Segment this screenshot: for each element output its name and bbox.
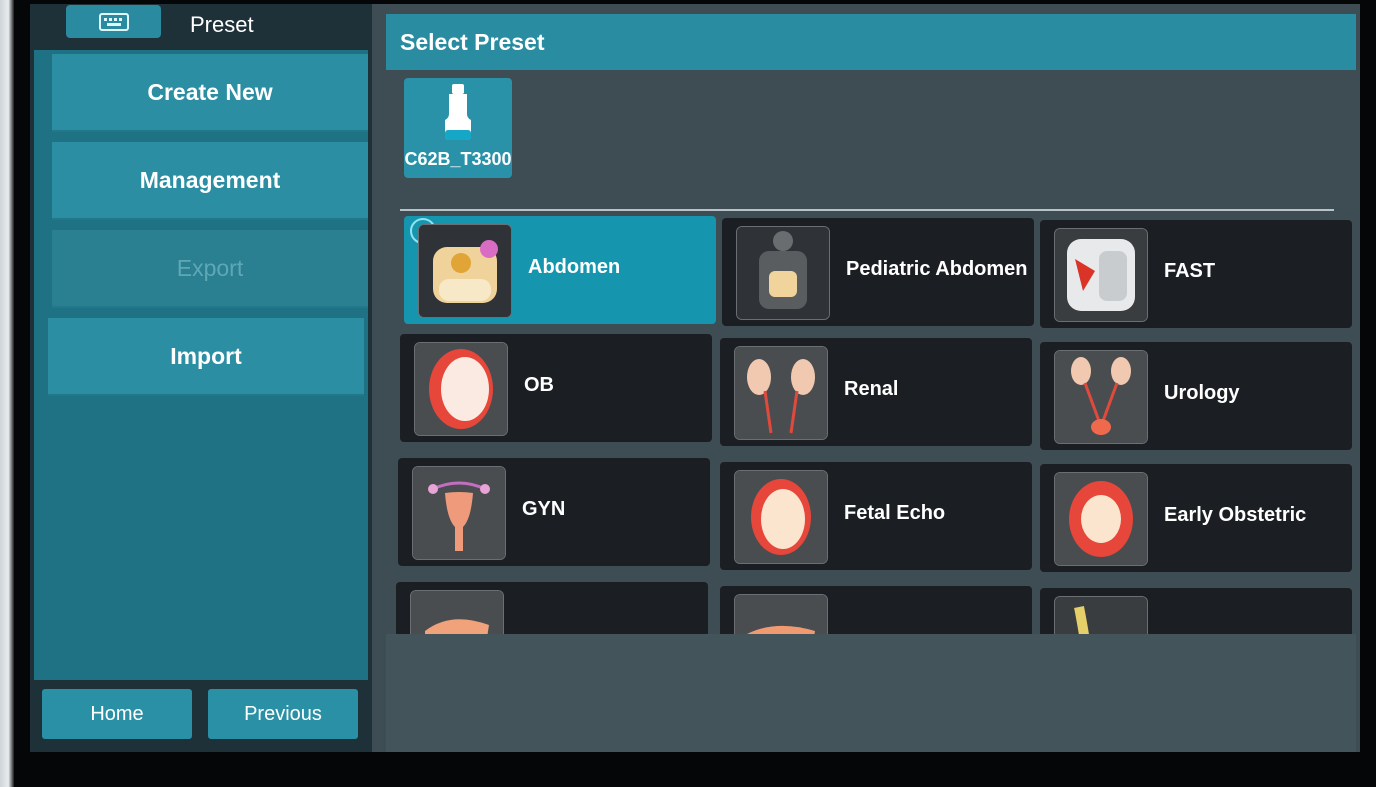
pediatric-abdomen-icon [736, 226, 830, 320]
fast-icon [1054, 228, 1148, 322]
preset-label: GYN [522, 498, 566, 520]
sidebar-header: Preset [30, 4, 372, 50]
preset-ob[interactable]: OB [400, 334, 712, 442]
probe-tile[interactable]: C62B_T3300 [404, 78, 512, 178]
preset-grid: Abdomen Pediatric Abdomen FAST OB Renal … [394, 214, 1354, 634]
preset-fast[interactable]: FAST [1040, 220, 1352, 328]
abdomen-icon [418, 224, 512, 318]
preset-partial-3[interactable] [1040, 588, 1352, 634]
home-button[interactable]: Home [42, 689, 192, 739]
preset-label: Urology [1164, 382, 1240, 404]
fetal-echo-icon [734, 470, 828, 564]
preset-urology[interactable]: Urology [1040, 342, 1352, 450]
create-new-button[interactable]: Create New [52, 54, 368, 132]
preset-partial-2[interactable] [720, 586, 1032, 634]
ob-icon [414, 342, 508, 436]
sidebar: Preset Create New Management Export Impo… [30, 4, 372, 752]
previous-button[interactable]: Previous [208, 689, 358, 739]
spine-icon [1054, 596, 1148, 634]
gallbladder-icon [734, 594, 828, 634]
preset-partial-1[interactable] [396, 582, 708, 634]
urology-icon [1054, 350, 1148, 444]
divider [400, 209, 1334, 211]
preset-label: Abdomen [528, 256, 621, 278]
preset-gyn[interactable]: GYN [398, 458, 710, 566]
preset-pediatric-abdomen[interactable]: Pediatric Abdomen [722, 218, 1034, 326]
preset-early-obstetric[interactable]: Early Obstetric [1040, 464, 1352, 572]
preset-renal[interactable]: Renal [720, 338, 1032, 446]
preset-label: Renal [844, 378, 899, 400]
liver-icon [410, 590, 504, 634]
main-panel: Select Preset C62B_T3300 Abdomen Pediatr… [372, 4, 1360, 752]
import-button[interactable]: Import [48, 318, 364, 396]
main-header: Select Preset [386, 14, 1356, 70]
export-button: Export [52, 230, 368, 308]
ultrasound-screen: Preset Create New Management Export Impo… [30, 4, 1360, 752]
preset-label: OB [524, 374, 554, 396]
empty-area [386, 634, 1356, 752]
probe-icon [445, 84, 471, 140]
keyboard-icon [98, 12, 129, 31]
keyboard-button[interactable] [66, 5, 161, 38]
preset-label: Fetal Echo [844, 502, 946, 524]
gyn-icon [412, 466, 506, 560]
preset-label: FAST [1164, 260, 1216, 282]
early-obstetric-icon [1054, 472, 1148, 566]
preset-label: Pediatric Abdomen [846, 258, 1028, 280]
device-bezel [0, 0, 14, 787]
management-button[interactable]: Management [52, 142, 368, 220]
preset-label: Early Obstetric [1164, 504, 1307, 526]
sidebar-title: Preset [190, 12, 254, 37]
preset-fetal-echo[interactable]: Fetal Echo [720, 462, 1032, 570]
renal-icon [734, 346, 828, 440]
preset-abdomen[interactable]: Abdomen [404, 216, 716, 324]
probe-label: C62B_T3300 [404, 149, 512, 169]
